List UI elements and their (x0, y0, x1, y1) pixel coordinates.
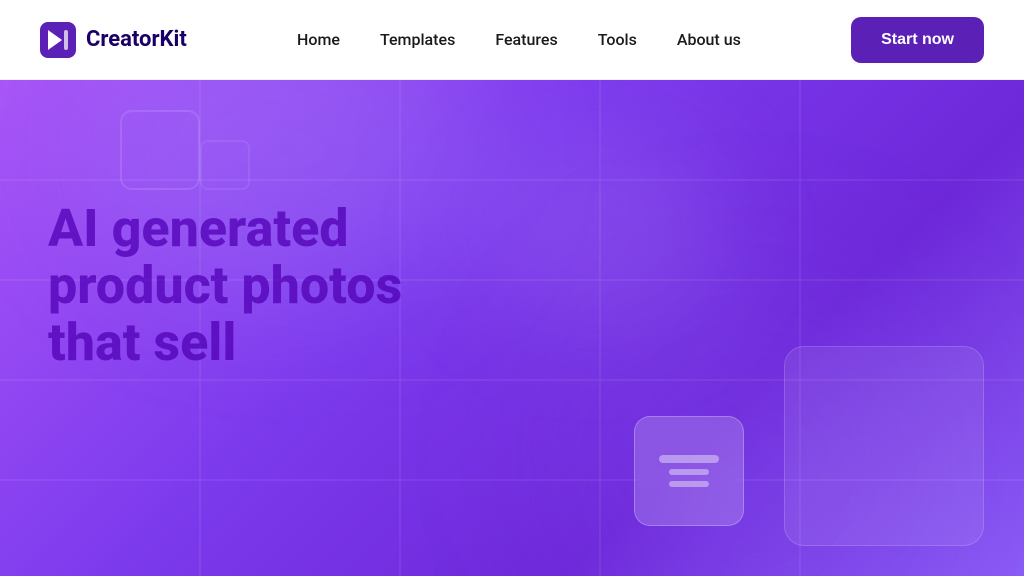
hero-text: AI generated product photos that sell (48, 200, 402, 372)
nav-tools[interactable]: Tools (598, 30, 637, 49)
product-card-line-1 (659, 455, 719, 463)
logo: CreatorKit (40, 22, 187, 58)
nav-home[interactable]: Home (297, 30, 340, 49)
start-now-button[interactable]: Start now (851, 17, 984, 63)
product-image-area (784, 346, 984, 546)
nav-about[interactable]: About us (677, 30, 741, 49)
navbar: CreatorKit Home Templates Features Tools… (0, 0, 1024, 80)
logo-text: CreatorKit (86, 27, 187, 52)
product-card-line-2 (669, 469, 709, 475)
product-card (634, 416, 744, 526)
hero-heading: AI generated product photos that sell (48, 200, 402, 372)
nav-templates[interactable]: Templates (380, 30, 455, 49)
nav-links: Home Templates Features Tools About us (297, 30, 741, 49)
product-card-line-3 (669, 481, 709, 487)
logo-icon (40, 22, 76, 58)
hero-heading-line2: product photos (48, 255, 402, 316)
hero-heading-line3: that sell (48, 312, 236, 373)
nav-features[interactable]: Features (495, 30, 557, 49)
hero-heading-line1: AI generated (48, 198, 349, 259)
hero-section: AI generated product photos that sell (0, 80, 1024, 576)
